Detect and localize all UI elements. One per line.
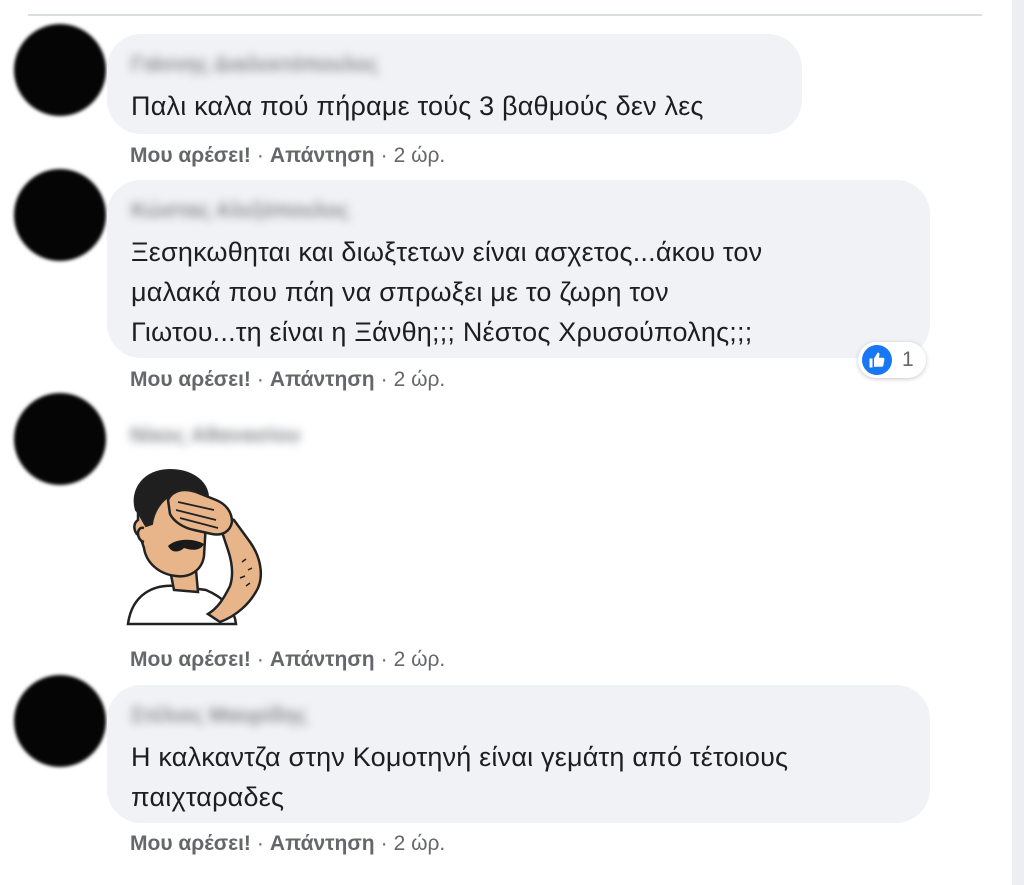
separator-dot: · — [380, 832, 388, 855]
top-divider — [28, 14, 982, 16]
comment-author[interactable]: Νίκος Αθανασίου — [130, 424, 300, 448]
comment-text-line: Γιωτου...τη είναι η Ξάνθη;;; Νέστος Χρυσ… — [131, 317, 753, 347]
like-link[interactable]: Μου αρέσει! — [130, 648, 251, 671]
reaction-count[interactable]: 1 — [858, 342, 926, 378]
comments-panel: Γιάννης Διαλεκτόπουλος Παλι καλα πού πήρ… — [0, 0, 1024, 885]
timestamp[interactable]: 2 ώρ. — [394, 368, 446, 391]
reply-link[interactable]: Απάντηση — [270, 368, 375, 391]
comment-actions: Μου αρέσει! · Απάντηση · 2 ώρ. — [130, 368, 445, 392]
avatar[interactable] — [14, 393, 106, 485]
separator-dot: · — [256, 648, 264, 671]
like-icon — [862, 345, 892, 375]
comment-actions: Μου αρέσει! · Απάντηση · 2 ώρ. — [130, 144, 445, 168]
comment-author[interactable]: Κώστας Αλεξόπουλος — [131, 198, 904, 224]
facepalm-sticker[interactable] — [124, 466, 269, 626]
separator-dot: · — [380, 648, 388, 671]
comment-author[interactable]: Γιάννης Διαλεκτόπουλος — [131, 52, 776, 78]
timestamp[interactable]: 2 ώρ. — [394, 144, 446, 167]
comment-text-line: Η καλκαντζα στην Κομοτηνή είναι γεμάτη α… — [131, 742, 789, 772]
comment-bubble: Κώστας Αλεξόπουλος Ξεσηκωθηται και διωξτ… — [107, 180, 930, 358]
scrollbar-track[interactable] — [1012, 0, 1024, 885]
separator-dot: · — [256, 144, 264, 167]
comment-text-line: μαλακά που πάη να σπρωξει με το ζωρη τον — [131, 277, 669, 307]
comment-text-line: Ξεσηκωθηται και διωξτετων είναι ασχετος.… — [131, 237, 763, 267]
avatar[interactable] — [14, 675, 106, 767]
comment-text: Παλι καλα πού πήραμε τούς 3 βαθμούς δεν … — [131, 91, 704, 121]
comment-text-line: παιχταραδες — [131, 782, 285, 812]
comment-author[interactable]: Στέλιος Μαυρίδης — [131, 703, 904, 729]
comment-actions: Μου αρέσει! · Απάντηση · 2 ώρ. — [130, 832, 445, 856]
reaction-count-value: 1 — [902, 348, 914, 371]
reply-link[interactable]: Απάντηση — [270, 144, 375, 167]
comment-bubble: Στέλιος Μαυρίδης Η καλκαντζα στην Κομοτη… — [107, 685, 930, 823]
separator-dot: · — [256, 368, 264, 391]
like-link[interactable]: Μου αρέσει! — [130, 144, 251, 167]
like-link[interactable]: Μου αρέσει! — [130, 832, 251, 855]
reply-link[interactable]: Απάντηση — [270, 832, 375, 855]
timestamp[interactable]: 2 ώρ. — [394, 648, 446, 671]
comment-bubble: Γιάννης Διαλεκτόπουλος Παλι καλα πού πήρ… — [107, 34, 802, 134]
reply-link[interactable]: Απάντηση — [270, 648, 375, 671]
comment-actions: Μου αρέσει! · Απάντηση · 2 ώρ. — [130, 648, 445, 672]
separator-dot: · — [256, 832, 264, 855]
separator-dot: · — [380, 144, 388, 167]
like-link[interactable]: Μου αρέσει! — [130, 368, 251, 391]
avatar[interactable] — [14, 169, 106, 261]
avatar[interactable] — [14, 24, 106, 116]
separator-dot: · — [380, 368, 388, 391]
timestamp[interactable]: 2 ώρ. — [394, 832, 446, 855]
